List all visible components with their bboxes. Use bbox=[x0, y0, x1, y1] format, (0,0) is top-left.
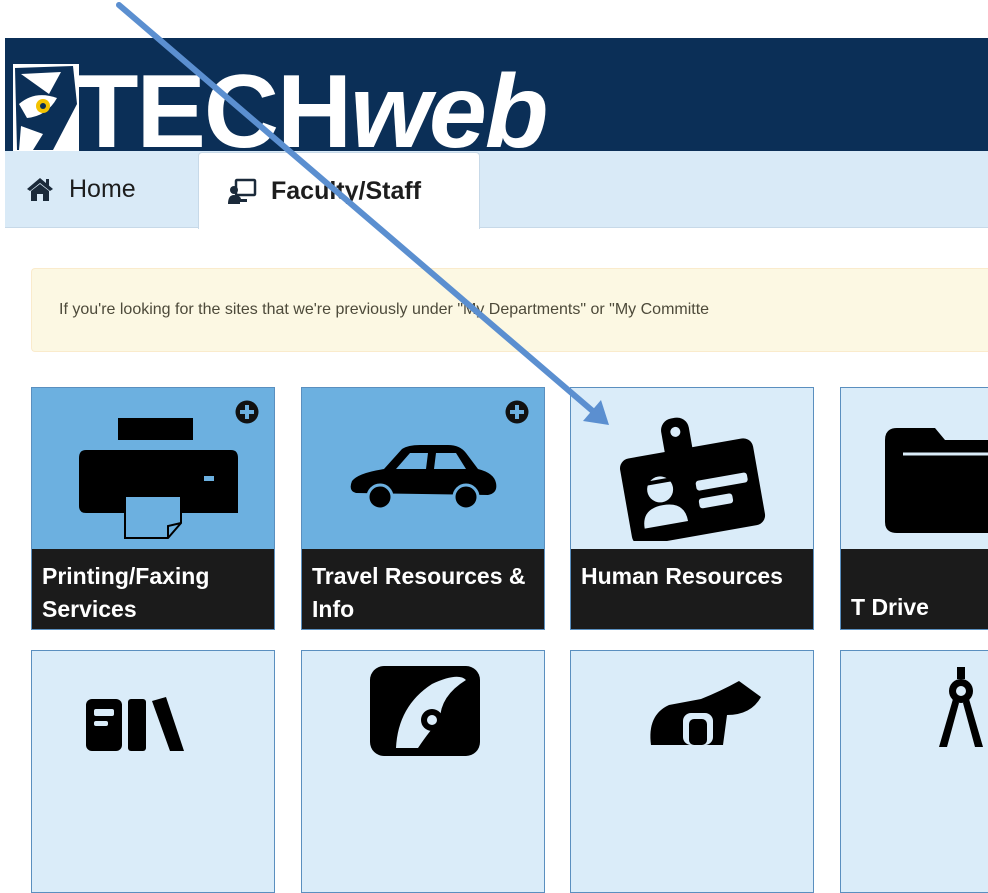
info-alert: If you're looking for the sites that we'… bbox=[31, 268, 988, 352]
tile-label: Human Resources bbox=[571, 549, 813, 629]
tab-home[interactable]: Home bbox=[25, 151, 195, 227]
tab-home-label: Home bbox=[69, 174, 136, 203]
handshake-icon bbox=[650, 681, 761, 745]
expand-plus-icon[interactable] bbox=[505, 400, 529, 424]
tile-human-resources[interactable]: Human Resources bbox=[570, 387, 814, 630]
site-banner: TECHweb bbox=[5, 38, 988, 151]
top-whitespace bbox=[0, 0, 988, 38]
tile-owl[interactable] bbox=[301, 650, 545, 893]
brand-part-web: web bbox=[350, 54, 548, 151]
alert-text: If you're looking for the sites that we'… bbox=[59, 301, 710, 318]
compass-icon bbox=[939, 667, 983, 747]
home-icon bbox=[27, 178, 53, 201]
tile-printing-faxing[interactable]: Printing/Faxing Services bbox=[31, 387, 275, 630]
owl-logo-icon[interactable] bbox=[13, 64, 79, 151]
tab-faculty-staff-label: Faculty/Staff bbox=[271, 176, 422, 205]
id-badge-icon bbox=[620, 417, 766, 541]
tile-engineering[interactable] bbox=[840, 650, 988, 893]
books-icon bbox=[86, 697, 184, 751]
tile-label: Printing/Faxing Services bbox=[32, 549, 274, 629]
site-logo-text[interactable]: TECHweb bbox=[75, 60, 548, 151]
tab-faculty-staff[interactable]: Faculty/Staff bbox=[198, 152, 480, 229]
brand-part-tech: TECH bbox=[75, 54, 352, 151]
printer-icon bbox=[79, 418, 238, 539]
tile-label: Travel Resources & Info bbox=[302, 549, 544, 629]
car-icon bbox=[350, 445, 497, 511]
presentation-icon bbox=[228, 178, 257, 204]
main-nav: Home Faculty/Staff bbox=[5, 151, 988, 229]
tile-label: T Drive bbox=[841, 549, 988, 629]
tile-library[interactable] bbox=[31, 650, 275, 893]
tile-partnerships[interactable] bbox=[570, 650, 814, 893]
tile-t-drive[interactable]: T Drive bbox=[840, 387, 988, 630]
tile-travel-resources[interactable]: Travel Resources & Info bbox=[301, 387, 545, 630]
owl-logo-icon bbox=[370, 666, 480, 756]
folder-icon bbox=[885, 428, 988, 533]
